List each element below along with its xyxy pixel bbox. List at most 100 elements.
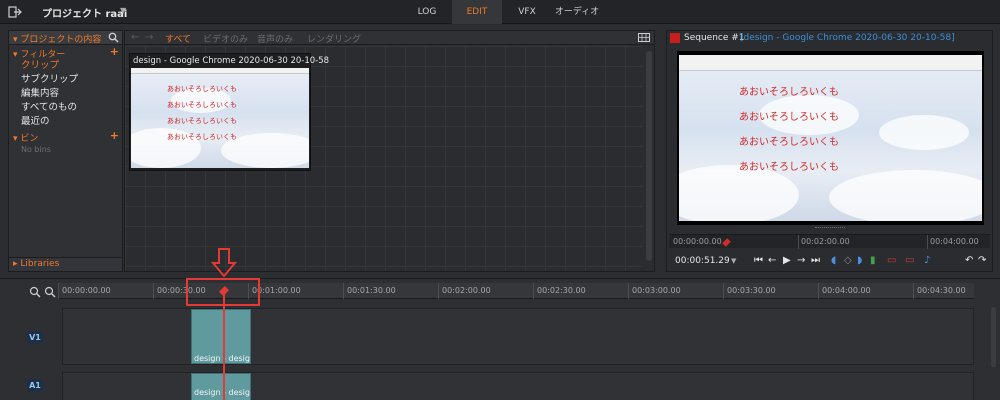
tab-log[interactable]: LOG: [408, 0, 446, 24]
annotation-highlight-box: [186, 278, 260, 306]
thumb-text-line: あおいそろしろいくも: [167, 101, 237, 109]
thumb-text-line: あおいそろしろいくも: [167, 117, 237, 125]
tab-video-only[interactable]: ビデオのみ: [203, 32, 248, 45]
go-to-end-icon[interactable]: ⏭: [811, 255, 820, 266]
current-timecode[interactable]: 00:00:51.29: [675, 256, 730, 266]
ruler-timecode: 00:03:00.00: [632, 286, 681, 295]
tab-edit[interactable]: EDIT: [452, 0, 502, 24]
panel-header: ▾ プロジェクトの内容: [9, 31, 122, 45]
libraries-label: Libraries: [20, 259, 60, 269]
filter-clips[interactable]: クリップ: [9, 59, 122, 73]
thumb-browser-chrome: [131, 68, 309, 74]
zoom-out-icon[interactable]: [44, 286, 56, 298]
chevron-down-icon[interactable]: ▼: [731, 257, 736, 265]
filters-header-label: フィルター: [20, 50, 66, 60]
top-bar: プロジェクト raai ▼ LOG EDIT VFX オーディオ: [0, 0, 1000, 24]
ruler-timecode: 00:02:30.00: [537, 286, 586, 295]
screen-text-line: あおいそろしろいくも: [739, 137, 839, 148]
add-bin-icon[interactable]: +: [110, 129, 119, 142]
transport-bar: 00:00:51.29 ▼ ⏮ ← ▶ → ⏭ ◖ ◇ ◗ ▮ ▭ ▭ ♪ ↶ …: [667, 252, 992, 270]
clip-thumbnail-card[interactable]: design - Google Chrome 2020-06-30 20-10-…: [129, 53, 329, 171]
browser-scrollbar[interactable]: [646, 51, 652, 261]
redo-icon[interactable]: ↷: [978, 255, 986, 266]
grid-view-icon[interactable]: [638, 33, 650, 42]
ruler-timecode: 00:04:00.00: [822, 286, 871, 295]
track-badge-v1: V1: [27, 331, 43, 344]
screen-text-line: あおいそろしろいくも: [739, 112, 839, 123]
tab-audio[interactable]: オーディオ: [552, 0, 602, 24]
thumb-text-line: あおいそろしろいくも: [167, 85, 237, 93]
marker-icon[interactable]: ▮: [870, 255, 876, 266]
play-icon[interactable]: ▶: [783, 255, 791, 266]
tab-audio-only[interactable]: 音声のみ: [257, 32, 293, 45]
filter-subclips[interactable]: サブクリップ: [9, 73, 122, 87]
timeline-scrollbar[interactable]: [991, 307, 996, 367]
sequence-name: Sequence #1: [684, 33, 745, 43]
clip-label: design - design: [194, 388, 250, 397]
timeline-clip-audio[interactable]: design - design: [191, 373, 251, 400]
bins-header[interactable]: ▾ ビン +: [9, 129, 122, 144]
go-to-start-icon[interactable]: ⏮: [754, 255, 763, 266]
track-badge-a1: A1: [27, 379, 43, 392]
viewer-clip-name: [design - Google Chrome 2020-06-30 20-10…: [740, 33, 955, 43]
forward-arrow-icon[interactable]: →: [145, 32, 153, 43]
panel-title: ▾ プロジェクトの内容: [13, 35, 102, 45]
microphone-icon[interactable]: ♪: [924, 255, 930, 266]
back-arrow-icon[interactable]: ←: [131, 32, 139, 43]
viewer-frame: あおいそろしろいくも あおいそろしろいくも あおいそろしろいくも あおいそろしろ…: [679, 55, 982, 221]
filter-recent[interactable]: 最近の: [9, 115, 122, 129]
bins-header-label: ビン: [20, 134, 39, 144]
ruler-timecode: 00:04:30.00: [917, 286, 966, 295]
exit-icon[interactable]: [8, 5, 22, 19]
filter-edits[interactable]: 編集内容: [9, 87, 122, 101]
viewer-playhead[interactable]: [722, 238, 731, 247]
thumb-text-line: あおいそろしろいくも: [167, 133, 237, 141]
clip-thumbnail: あおいそろしろいくも あおいそろしろいくも あおいそろしろいくも あおいそろしろ…: [131, 68, 309, 168]
clip-browser: ← → すべて ビデオのみ 音声のみ レンダリング design - Googl…: [124, 30, 655, 272]
tab-all[interactable]: すべて: [165, 32, 191, 45]
chevron-down-icon[interactable]: ▼: [120, 6, 126, 15]
ruler-timecode: 00:00:00.00: [62, 286, 111, 295]
insert-edit-icon[interactable]: ▭: [887, 255, 896, 266]
project-title[interactable]: プロジェクト raai: [42, 5, 127, 20]
undo-icon[interactable]: ↶: [965, 255, 973, 266]
ruler-timecode: 00:01:30.00: [347, 286, 396, 295]
viewer-browser-chrome: [679, 55, 982, 71]
add-filter-icon[interactable]: +: [110, 45, 119, 58]
libraries-header[interactable]: ▸ Libraries: [9, 257, 122, 271]
tab-vfx[interactable]: VFX: [508, 0, 546, 24]
ruler-timecode: 00:03:30.00: [727, 286, 776, 295]
viewer-resize-handle[interactable]: [815, 227, 845, 230]
viewer-scrub-ruler[interactable]: 00:00:00.00 00:02:00.00 00:04:00.00: [669, 234, 990, 249]
clip-label: design - design: [194, 354, 250, 363]
ruler-timecode: 00:02:00.00: [442, 286, 491, 295]
mark-out-icon[interactable]: ◗: [857, 255, 862, 266]
search-icon[interactable]: [108, 32, 119, 43]
step-forward-icon[interactable]: →: [797, 255, 805, 266]
filters-header[interactable]: ▾ フィルター +: [9, 45, 122, 60]
project-contents-panel: ▾ プロジェクトの内容 ▾ フィルター + クリップ サブクリップ 編集内容 す…: [8, 30, 123, 272]
step-back-icon[interactable]: ←: [768, 255, 776, 266]
tab-render[interactable]: レンダリング: [307, 32, 361, 45]
zoom-in-icon[interactable]: [29, 286, 41, 298]
screen-text-line: あおいそろしろいくも: [739, 87, 839, 98]
clip-title: design - Google Chrome 2020-06-30 20-10-…: [133, 56, 330, 66]
viewer-header: Sequence #1 [design - Google Chrome 2020…: [667, 31, 992, 45]
viewer-panel: Sequence #1 [design - Google Chrome 2020…: [666, 30, 993, 272]
ruler-timecode: 00:04:00.00: [930, 237, 979, 246]
no-bins-text: No bins: [21, 145, 51, 154]
ruler-timecode: 00:02:00.00: [801, 237, 850, 246]
viewer-screen[interactable]: あおいそろしろいくも あおいそろしろいくも あおいそろしろいくも あおいそろしろ…: [677, 51, 984, 225]
mark-clip-icon[interactable]: ◇: [844, 255, 852, 266]
sequence-color-swatch: [670, 33, 680, 43]
track-a1[interactable]: design - design: [62, 372, 974, 400]
annotation-down-arrow-icon: [211, 248, 237, 278]
ruler-timecode: 00:00:00.00: [673, 237, 722, 246]
timeline-panel: 00:00:00.00 00:00:30.00 00:01:00.00 00:0…: [0, 278, 1000, 400]
browser-tab-bar: ← → すべて ビデオのみ 音声のみ レンダリング: [125, 31, 654, 45]
timeline-clip-video[interactable]: design - design: [191, 309, 251, 364]
mark-in-icon[interactable]: ◖: [831, 255, 836, 266]
filter-everything[interactable]: すべてのもの: [9, 101, 122, 115]
track-v1[interactable]: design - design: [62, 308, 974, 365]
overwrite-edit-icon[interactable]: ▭: [905, 255, 914, 266]
